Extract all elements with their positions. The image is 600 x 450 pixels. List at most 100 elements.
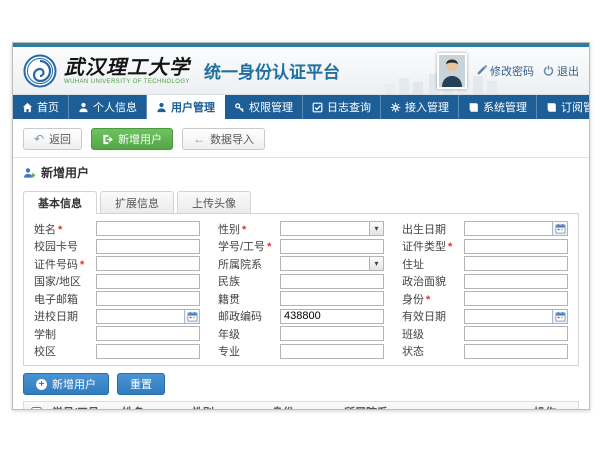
- home-icon: [22, 102, 33, 113]
- university-name-en: WUHAN UNIVERSITY OF TECHNOLOGY: [64, 79, 190, 85]
- field-native-place: 籍贯: [218, 291, 384, 307]
- campus-label: 校区: [34, 343, 96, 359]
- native-place-input[interactable]: [280, 291, 384, 306]
- address-input[interactable]: [464, 256, 568, 271]
- results-table-header: 学号/工号姓名性别身份所属院系操作: [24, 402, 578, 410]
- political-status-label: 政治面貌: [402, 273, 464, 289]
- field-birth-date: 出生日期: [402, 221, 568, 237]
- section-title: 新增用户: [41, 164, 89, 181]
- book-icon: [546, 102, 557, 113]
- field-country-region: 国家/地区: [34, 274, 200, 290]
- nav-tab-label: 接入管理: [405, 99, 449, 115]
- nav-tab-label: 首页: [37, 99, 59, 115]
- nav-tab-user-management[interactable]: 用户管理: [147, 95, 225, 119]
- user-avatar[interactable]: [437, 53, 467, 89]
- nav-tab-subscription-management[interactable]: 订阅管理: [537, 95, 590, 119]
- student-id-label: 学号/工号*: [218, 238, 280, 254]
- app-header: 武汉理工大学 WUHAN UNIVERSITY OF TECHNOLOGY 统一…: [13, 47, 589, 95]
- data-import-label: 数据导入: [210, 131, 254, 147]
- reset-button-label: 重置: [130, 376, 152, 392]
- class-input[interactable]: [464, 326, 568, 341]
- native-place-label: 籍贯: [218, 291, 280, 307]
- toolbar-divider: [13, 157, 589, 158]
- id-type-input[interactable]: [464, 239, 568, 254]
- nav-tab-log-query[interactable]: 日志查询: [303, 95, 381, 119]
- political-status-input[interactable]: [464, 274, 568, 289]
- university-name-block: 武汉理工大学 WUHAN UNIVERSITY OF TECHNOLOGY: [64, 57, 190, 85]
- change-password-label: 修改密码: [490, 63, 534, 79]
- name-input[interactable]: [96, 221, 200, 236]
- person-icon: [78, 102, 89, 113]
- calendar-icon[interactable]: [184, 310, 199, 323]
- country-region-input[interactable]: [96, 274, 200, 289]
- valid-date-label: 有效日期: [402, 308, 464, 324]
- tab-extended-info[interactable]: 扩展信息: [100, 191, 174, 213]
- major-input[interactable]: [280, 344, 384, 359]
- study-length-input[interactable]: [96, 326, 200, 341]
- identity-input[interactable]: [464, 291, 568, 306]
- nav-tab-label: 权限管理: [249, 99, 293, 115]
- field-id-number: 证件号码*: [34, 256, 200, 272]
- field-id-type: 证件类型*: [402, 239, 568, 255]
- nav-tab-profile[interactable]: 个人信息: [69, 95, 147, 119]
- calendar-icon[interactable]: [552, 310, 567, 323]
- power-icon: [543, 65, 554, 76]
- field-grade: 年级: [218, 326, 384, 342]
- required-asterisk: *: [242, 224, 246, 236]
- column-header-3: 性别: [188, 404, 268, 410]
- select-all-checkbox[interactable]: [31, 407, 42, 411]
- field-identity: 身份*: [402, 291, 568, 307]
- tab-basic-info[interactable]: 基本信息: [23, 191, 97, 214]
- id-number-input[interactable]: [96, 256, 200, 271]
- logout-label: 退出: [557, 63, 579, 79]
- student-id-input[interactable]: [280, 239, 384, 254]
- auth-platform-window: 武汉理工大学 WUHAN UNIVERSITY OF TECHNOLOGY 统一…: [12, 42, 590, 410]
- campus-input[interactable]: [96, 344, 200, 359]
- nav-tab-permission-management[interactable]: 权限管理: [225, 95, 303, 119]
- add-user-toolbar-button[interactable]: 新增用户: [91, 128, 173, 150]
- nav-tab-access-management[interactable]: 接入管理: [381, 95, 459, 119]
- campus-card-label: 校园卡号: [34, 238, 96, 254]
- submit-add-user-button[interactable]: + 新增用户: [23, 373, 109, 395]
- nav-tab-home[interactable]: 首页: [13, 95, 69, 119]
- postal-code-input[interactable]: [280, 309, 384, 324]
- required-asterisk: *: [80, 259, 84, 271]
- department-label: 所属院系: [218, 256, 280, 272]
- campus-card-input[interactable]: [96, 239, 200, 254]
- grade-input[interactable]: [280, 326, 384, 341]
- ethnicity-input[interactable]: [280, 274, 384, 289]
- user-results-table: 学号/工号姓名性别身份所属院系操作: [23, 401, 579, 410]
- section-title-row: 新增用户: [23, 164, 579, 181]
- logout-link[interactable]: 退出: [543, 63, 579, 79]
- field-status: 状态: [402, 344, 568, 360]
- person-plus-icon: [23, 167, 36, 179]
- field-campus: 校区: [34, 344, 200, 360]
- change-password-link[interactable]: 修改密码: [476, 63, 534, 79]
- back-arrow-icon: ↶: [34, 133, 44, 145]
- chevron-down-icon[interactable]: ▾: [369, 222, 383, 235]
- gear-icon: [390, 102, 401, 113]
- field-department: 所属院系 ▾: [218, 256, 384, 272]
- chevron-down-icon[interactable]: ▾: [369, 257, 383, 270]
- id-type-label: 证件类型*: [402, 238, 464, 254]
- status-input[interactable]: [464, 344, 568, 359]
- form-grid: 姓名* 性别* ▾ 出生日期校园卡号 学号/工号* 证件类型* 证件号码* 所属院系 ▾ 住址国家…: [34, 221, 568, 359]
- reset-button[interactable]: 重置: [117, 373, 165, 395]
- nav-tab-system-management[interactable]: 系统管理: [459, 95, 537, 119]
- tab-upload-avatar[interactable]: 上传头像: [177, 191, 251, 213]
- field-address: 住址: [402, 256, 568, 272]
- data-import-button[interactable]: ← 数据导入: [182, 128, 265, 150]
- nav-tab-label: 系统管理: [483, 99, 527, 115]
- grade-label: 年级: [218, 326, 280, 342]
- toolbar: ↶ 返回 新增用户 ← 数据导入: [23, 123, 579, 155]
- email-input[interactable]: [96, 291, 200, 306]
- nav-tab-label: 订阅管理: [561, 99, 590, 115]
- gender-label: 性别*: [218, 221, 280, 237]
- import-arrow-icon: ←: [193, 133, 205, 145]
- back-button[interactable]: ↶ 返回: [23, 128, 82, 150]
- name-label: 姓名*: [34, 221, 96, 237]
- calendar-icon[interactable]: [552, 222, 567, 235]
- field-study-length: 学制: [34, 326, 200, 342]
- field-ethnicity: 民族: [218, 274, 384, 290]
- field-email: 电子邮箱: [34, 291, 200, 307]
